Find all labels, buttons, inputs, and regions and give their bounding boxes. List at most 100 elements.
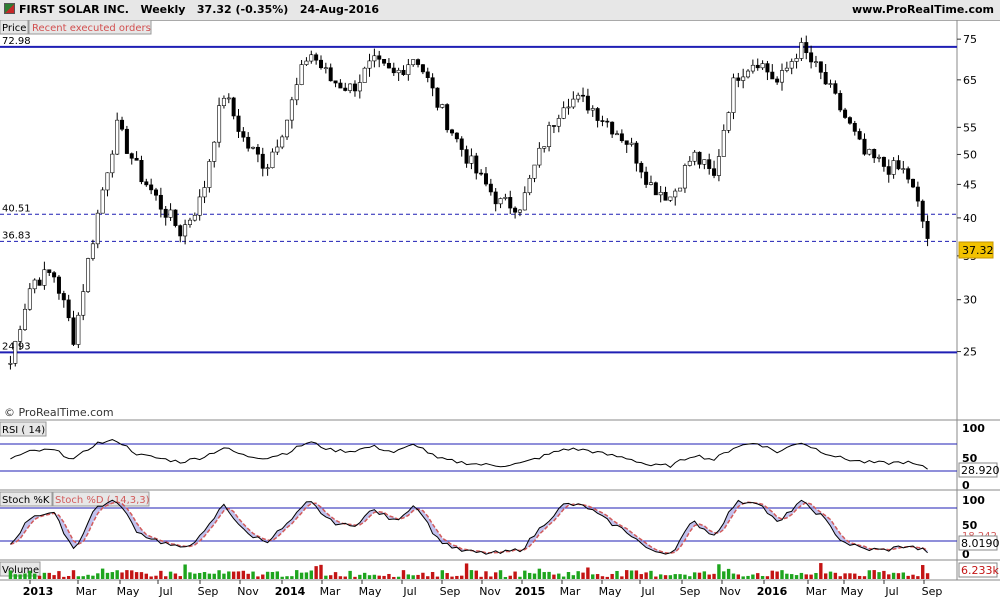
candle — [498, 198, 503, 205]
candle — [420, 64, 425, 73]
volume-bar — [925, 573, 930, 579]
price-chart[interactable]: Price Recent executed orders 25303540455… — [0, 20, 1000, 600]
volume-bar — [794, 575, 799, 579]
volume-bar — [47, 572, 51, 579]
candle — [314, 54, 319, 61]
volume-bar — [197, 572, 202, 579]
candle — [105, 172, 110, 191]
rsi-label[interactable]: RSI ( 14) — [2, 425, 45, 436]
candle — [479, 172, 484, 175]
volume-bar — [333, 572, 338, 579]
volume-bar — [896, 573, 901, 579]
rsi-current-value: 28.920 — [961, 464, 1000, 477]
volume-bar — [464, 563, 469, 579]
candle — [231, 97, 236, 117]
candle — [22, 308, 27, 330]
orders-tab[interactable]: Recent executed orders — [32, 23, 151, 34]
volume-bar — [557, 573, 561, 579]
volume-bar — [552, 574, 556, 579]
volume-bar — [251, 571, 255, 579]
volume-bar — [32, 573, 37, 579]
candle — [217, 105, 222, 143]
volume-bar — [430, 571, 435, 579]
volume-bar — [265, 571, 270, 579]
volume-bar — [862, 576, 867, 579]
candle — [561, 107, 566, 119]
x-tick-label: Nov — [479, 585, 501, 598]
candle — [755, 64, 760, 69]
volume-bar — [586, 567, 590, 579]
volume-bar — [217, 570, 221, 579]
volume-bar — [576, 571, 580, 579]
candle — [809, 52, 814, 63]
candle — [372, 55, 377, 62]
candle — [115, 119, 120, 155]
candle — [27, 288, 32, 310]
rsi-tick-0: 0 — [962, 479, 970, 492]
candle — [576, 94, 581, 100]
volume-bar — [620, 576, 624, 579]
candle — [542, 146, 547, 149]
price-tab[interactable]: Price — [2, 23, 26, 34]
volume-bar — [280, 576, 284, 579]
candle — [352, 83, 357, 92]
candle — [81, 291, 86, 316]
stoch-k-label[interactable]: Stoch %K — [2, 495, 50, 506]
candle — [236, 115, 241, 132]
candle — [430, 77, 435, 89]
volume-panel: Volume 6.233k — [0, 560, 1000, 581]
volume-bar — [338, 576, 343, 579]
candle — [212, 141, 217, 162]
candle — [668, 196, 673, 201]
volume-bar — [348, 570, 352, 579]
volume-bar — [372, 574, 377, 579]
volume-bar — [692, 572, 697, 579]
volume-bar — [367, 575, 372, 579]
volume-bar — [168, 571, 173, 579]
volume-bar — [324, 575, 328, 579]
volume-bar — [91, 575, 95, 579]
candle — [658, 191, 663, 196]
volume-bar — [921, 565, 925, 579]
candle — [149, 184, 154, 191]
candle — [775, 78, 780, 83]
candle — [605, 120, 610, 123]
volume-bar — [261, 574, 265, 579]
site-link[interactable]: www.ProRealTime.com — [852, 3, 994, 16]
candle — [678, 187, 683, 192]
candle — [610, 121, 615, 135]
volume-bar — [532, 573, 537, 579]
x-tick-label: May — [117, 585, 140, 598]
volume-bar — [644, 572, 648, 579]
volume-bar — [154, 575, 158, 579]
volume-bar — [872, 570, 876, 579]
candle — [852, 122, 857, 132]
volume-bar — [86, 574, 90, 579]
volume-bar — [445, 573, 449, 579]
volume-bar — [285, 576, 289, 579]
candle — [168, 209, 173, 218]
candle — [323, 67, 328, 70]
stoch-d-label[interactable]: Stoch %D ( 14,3,3) — [55, 495, 150, 506]
volume-bar — [222, 573, 226, 579]
candle — [585, 95, 590, 111]
volume-bar — [52, 575, 56, 579]
volume-bar — [139, 572, 144, 579]
candle — [746, 70, 751, 78]
quote-label: 37.32 (-0.35%) — [196, 3, 289, 16]
candle — [8, 363, 13, 365]
candle — [391, 67, 396, 74]
x-tick-label: Mar — [320, 585, 341, 598]
volume-bar — [256, 576, 260, 579]
volume-bar — [581, 572, 585, 579]
candle — [784, 67, 789, 71]
volume-bars — [8, 563, 930, 579]
volume-bar — [838, 576, 842, 579]
candle — [294, 84, 299, 101]
candle — [673, 190, 678, 198]
chart-title-bar: FIRST SOLAR INC. Weekly 37.32 (-0.35%) 2… — [0, 0, 1000, 21]
candle — [299, 64, 304, 85]
volume-bar — [523, 570, 527, 579]
volume-bar — [484, 571, 488, 579]
candle — [547, 125, 552, 147]
